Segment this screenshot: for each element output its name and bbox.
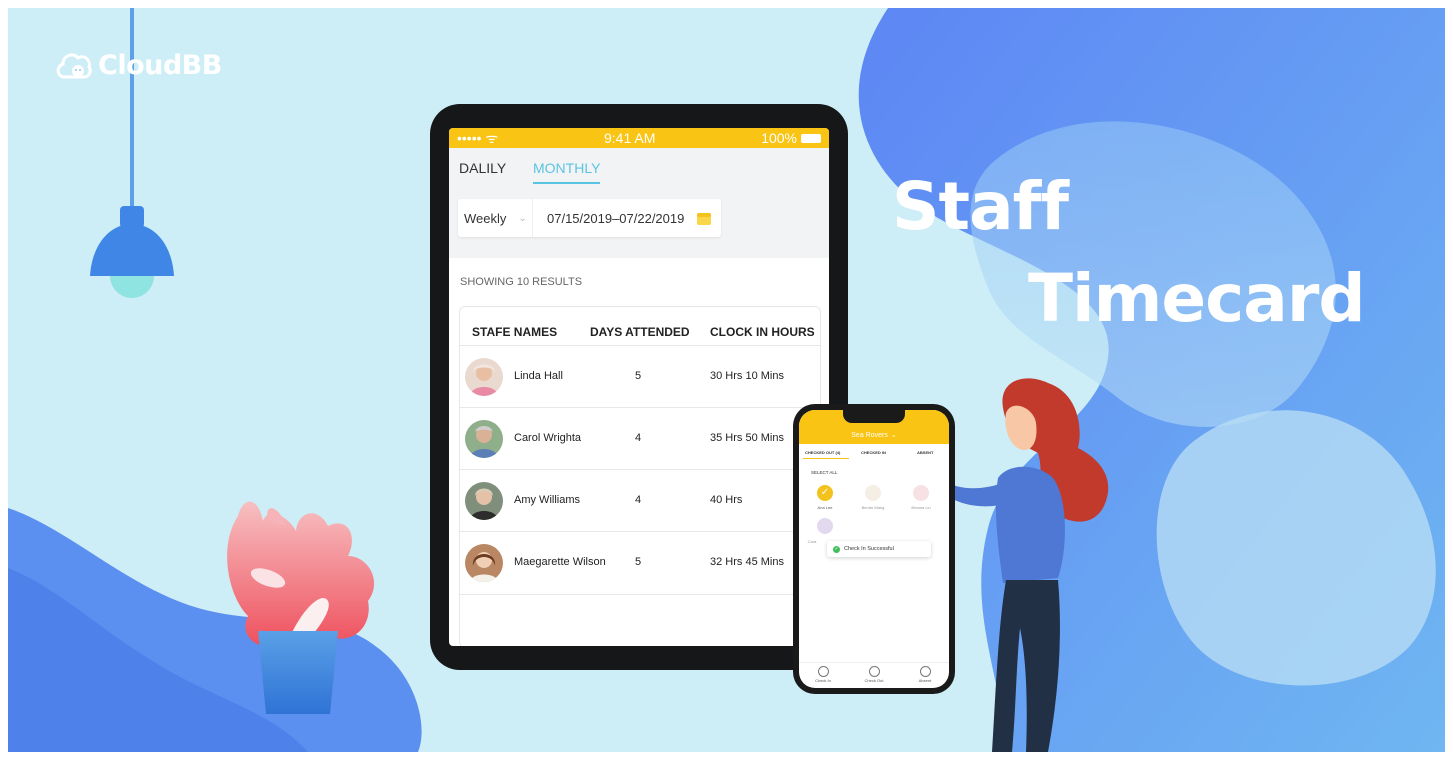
column-header-name[interactable]: STAFE NAMES [472,325,557,339]
staff-table: STAFE NAMES DAYS ATTENDED CLOCK IN HOURS… [459,306,821,646]
cloudbb-logo: CloudBB [56,50,222,81]
table-row[interactable]: Linda Hall 5 30 Hrs 10 Mins [460,345,820,408]
nav-label: Check In [815,678,831,683]
tab-absent[interactable]: ABSENT [917,450,933,455]
student-name: Cara [807,539,817,544]
table-row[interactable]: Amy Williams 4 40 Hrs [460,469,820,532]
filter-section: DALILY MONTHLY Weekly ⌄ 07/15/2019–07/22… [449,148,829,258]
select-all-option[interactable]: SELECT ALL [811,470,837,475]
days-attended: 4 [635,432,642,444]
staff-name: Amy Williams [514,494,580,506]
nav-divider [799,662,949,663]
avatar [465,358,503,396]
class-title[interactable]: Sea Rovers [851,432,888,439]
avatar [465,544,503,582]
tablet-device: ••••• ᯤ 9:41 AM 100% DALILY MONTHLY Week… [430,104,848,670]
days-attended: 5 [635,556,642,568]
toast-message: Check In Successful [844,546,894,552]
tab-monthly[interactable]: MONTHLY [533,160,601,184]
tab-daily[interactable]: DALILY [459,160,506,176]
success-check-icon: ✓ [833,545,840,553]
battery-percent: 100% [761,130,797,146]
nav-absent[interactable]: Absent [913,666,937,683]
headline-line-1: Staff [892,168,1069,245]
chevron-down-icon: ⌄ [518,212,527,224]
nav-label: Check Out [864,678,884,683]
period-value: Weekly [464,210,507,226]
date-filter: Weekly ⌄ 07/15/2019–07/22/2019 [458,199,721,237]
check-out-icon [868,666,880,677]
days-attended: 4 [635,494,642,506]
nav-label: Absent [918,678,932,683]
period-select[interactable]: Weekly ⌄ [458,199,533,237]
active-tab-indicator [803,458,849,459]
staff-name: Carol Wrighta [514,432,582,444]
nav-check-out[interactable]: Check Out [862,666,886,683]
clock-in-hours: 40 Hrs [710,494,743,506]
clock-in-hours: 32 Hrs 45 Mins [710,556,784,568]
student-name: Ana Lee [817,505,833,510]
student-avatar[interactable] [865,485,881,501]
headline-line-2: Timecard [1028,260,1366,337]
avatar [465,482,503,520]
staff-name: Linda Hall [514,370,563,382]
date-range-picker[interactable]: 07/15/2019–07/22/2019 [533,211,712,226]
column-header-days[interactable]: DAYS ATTENDED [590,325,690,339]
table-row[interactable]: Maegarette Wilson 5 32 Hrs 45 Mins [460,531,820,595]
brand-name: CloudBB [98,50,222,81]
chevron-down-icon: ⌄ [890,432,897,439]
banner-canvas: CloudBB Staff Timecard ••••• ᯤ 9:41 AM 1… [8,8,1445,752]
battery-indicator: 100% [761,130,821,146]
staff-name: Maegarette Wilson [514,556,606,568]
success-toast: ✓ Check In Successful [827,541,931,557]
phone-screen: Sea Rovers ⌄ CHECKED OUT (4) CHECKED IN … [799,410,949,688]
results-count: SHOWING 10 RESULTS [460,276,583,288]
student-name: Benita Wang [861,505,885,510]
date-range-value: 07/15/2019–07/22/2019 [547,210,685,226]
calendar-icon [697,212,712,225]
student-name: Breana Lin [911,505,931,510]
phone-notch [843,410,905,423]
student-avatar[interactable] [913,485,929,501]
battery-icon [801,133,821,143]
potted-plant-icon [227,501,375,714]
clock-in-hours: 30 Hrs 10 Mins [710,370,784,382]
absent-icon [919,666,931,677]
tablet-status-bar: ••••• ᯤ 9:41 AM 100% [449,128,829,148]
tab-checked-in[interactable]: CHECKED IN [861,450,886,455]
days-attended: 5 [635,370,642,382]
check-in-icon [817,666,829,677]
student-avatar[interactable] [817,518,833,534]
nav-check-in[interactable]: Check In [811,666,835,683]
tab-checked-out[interactable]: CHECKED OUT (4) [805,450,840,455]
phone-device: Sea Rovers ⌄ CHECKED OUT (4) CHECKED IN … [793,404,955,694]
clock-in-hours: 35 Hrs 50 Mins [710,432,784,444]
column-header-hours[interactable]: CLOCK IN HOURS [710,325,815,339]
tablet-screen: ••••• ᯤ 9:41 AM 100% DALILY MONTHLY Week… [449,128,829,646]
cloud-face-icon [56,52,92,78]
avatar [465,420,503,458]
check-icon[interactable]: ✓ [817,485,833,501]
table-row[interactable]: Carol Wrighta 4 35 Hrs 50 Mins [460,407,820,470]
status-time: 9:41 AM [604,130,656,146]
signal-indicator: ••••• ᯤ [457,129,499,146]
